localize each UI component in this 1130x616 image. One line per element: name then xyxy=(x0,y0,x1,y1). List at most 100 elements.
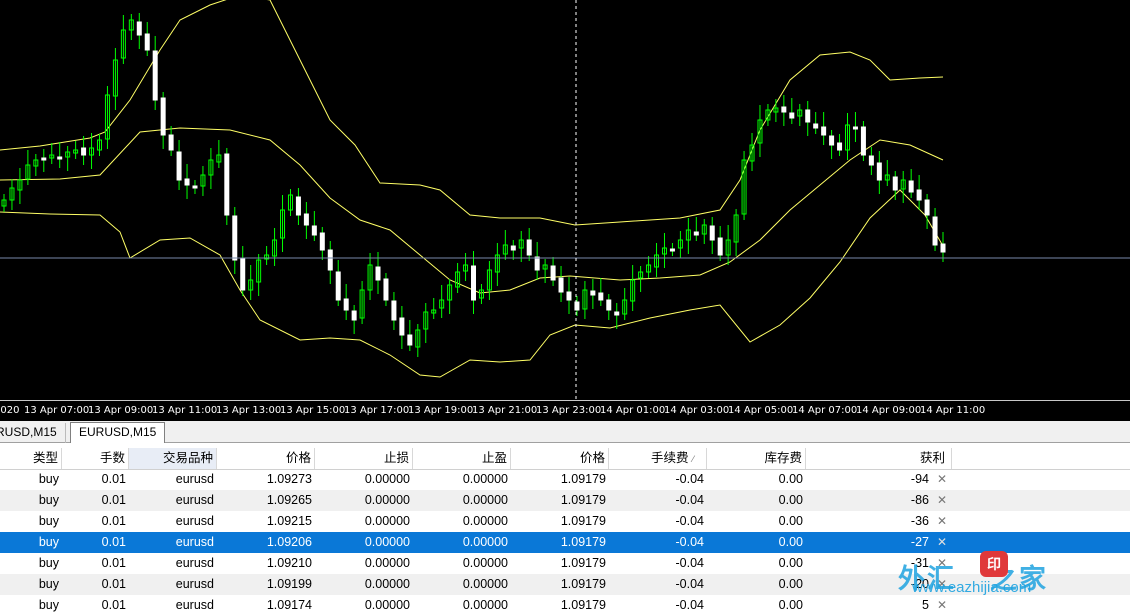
candle-body xyxy=(136,21,142,36)
candle-body xyxy=(813,123,819,129)
row-lots: 0.01 xyxy=(101,577,126,591)
candle-body xyxy=(295,196,301,216)
candle-body xyxy=(837,142,843,151)
candle-body xyxy=(391,300,397,321)
header-lots[interactable]: 手数 xyxy=(62,448,129,469)
header-profit[interactable]: 获利 xyxy=(806,448,952,469)
row-swap: 0.00 xyxy=(778,514,803,528)
candle-body xyxy=(550,265,556,281)
candle-body xyxy=(510,245,516,251)
row-lots: 0.01 xyxy=(101,472,126,486)
candle-body xyxy=(916,189,922,201)
row-commission: -0.04 xyxy=(675,577,705,591)
watermark-logo: 外汇 之家 印 www.eazhijia.com xyxy=(898,551,1130,611)
candlestick-chart-svg[interactable] xyxy=(0,0,1130,400)
candle-body xyxy=(57,156,63,160)
table-row[interactable]: buy 0.01 eurusd 1.09273 0.00000 0.00000 1.0917… xyxy=(0,469,1130,490)
candle-body xyxy=(717,237,723,256)
candle-body xyxy=(558,277,564,293)
candle-body xyxy=(598,292,604,301)
header-stop-loss[interactable]: 止损 xyxy=(315,448,413,469)
candle-body xyxy=(789,112,795,119)
candle-body xyxy=(693,231,699,236)
row-stop-loss: 0.00000 xyxy=(364,598,410,612)
row-commission: -0.04 xyxy=(675,598,705,612)
header-type[interactable]: 类型 xyxy=(0,448,62,469)
candle-body xyxy=(924,199,930,216)
close-order-icon[interactable]: ✕ xyxy=(936,511,948,532)
row-open-price: 1.09265 xyxy=(266,493,312,507)
candle-body xyxy=(327,249,333,271)
time-label: 14 Apr 11:00 xyxy=(920,405,986,416)
row-commission: -0.04 xyxy=(675,514,705,528)
header-current-price[interactable]: 价格 xyxy=(511,448,609,469)
row-symbol: eurusd xyxy=(175,514,214,528)
row-profit: -36 xyxy=(910,514,929,528)
table-row[interactable]: buy 0.01 eurusd 1.09265 0.00000 0.00000 1.0917… xyxy=(0,490,1130,511)
row-type: buy xyxy=(38,556,59,570)
candle-body xyxy=(168,134,174,151)
row-take-profit: 0.00000 xyxy=(462,556,508,570)
row-take-profit: 0.00000 xyxy=(462,577,508,591)
close-order-icon[interactable]: ✕ xyxy=(936,490,948,511)
row-take-profit: 0.00000 xyxy=(462,472,508,486)
chart-tabs-bar: RUSD,M15 EURUSD,M15 xyxy=(0,421,1130,443)
watermark-seal-icon: 印 xyxy=(980,551,1008,577)
row-swap: 0.00 xyxy=(778,577,803,591)
row-take-profit: 0.00000 xyxy=(462,493,508,507)
candle-body xyxy=(144,33,150,51)
row-type: buy xyxy=(38,493,59,507)
row-current-price: 1.09179 xyxy=(560,472,606,486)
table-row[interactable]: buy 0.01 eurusd 1.09215 0.00000 0.00000 1.0917… xyxy=(0,511,1130,532)
price-chart[interactable] xyxy=(0,0,1130,400)
close-order-icon[interactable]: ✕ xyxy=(936,532,948,553)
candle-body xyxy=(81,147,87,156)
close-order-icon[interactable]: ✕ xyxy=(936,469,948,490)
row-open-price: 1.09174 xyxy=(266,598,312,612)
row-swap: 0.00 xyxy=(778,535,803,549)
header-symbol[interactable]: 交易品种 xyxy=(129,448,217,469)
row-profit: -94 xyxy=(910,472,929,486)
row-open-price: 1.09210 xyxy=(266,556,312,570)
row-stop-loss: 0.00000 xyxy=(364,493,410,507)
row-open-price: 1.09273 xyxy=(266,472,312,486)
candle-body xyxy=(335,271,341,301)
candle-body xyxy=(192,185,198,189)
header-commission[interactable]: 手续费 ⁄ xyxy=(609,448,707,469)
row-type: buy xyxy=(38,472,59,486)
header-take-profit[interactable]: 止盈 xyxy=(413,448,511,469)
time-label: 13 Apr 11:00 xyxy=(152,405,218,416)
time-label: 13 Apr 21:00 xyxy=(472,405,538,416)
table-header: 类型 手数 交易品种 价格 止损 止盈 价格 手续费 ⁄ 库存费 获利 xyxy=(0,448,1130,470)
row-type: buy xyxy=(38,598,59,612)
time-label: 14 Apr 03:00 xyxy=(664,405,730,416)
tab-rusd-m15[interactable]: RUSD,M15 xyxy=(0,423,66,443)
candle-body xyxy=(781,106,787,113)
candle-body xyxy=(303,213,309,226)
candle-body xyxy=(860,126,866,156)
header-swap[interactable]: 库存费 xyxy=(707,448,806,469)
candle-body xyxy=(669,248,675,252)
time-label: 13 Apr 07:00 xyxy=(24,405,90,416)
time-label: 13 Apr 23:00 xyxy=(536,405,602,416)
time-label: 14 Apr 09:00 xyxy=(856,405,922,416)
row-open-price: 1.09206 xyxy=(266,535,312,549)
row-commission: -0.04 xyxy=(675,556,705,570)
time-label: 13 Apr 15:00 xyxy=(280,405,346,416)
row-commission: -0.04 xyxy=(675,535,705,549)
tab-eurusd-m15[interactable]: EURUSD,M15 xyxy=(70,422,166,443)
candle-body xyxy=(566,291,572,301)
time-label: 13 Apr 13:00 xyxy=(216,405,282,416)
time-label: 14 Apr 01:00 xyxy=(600,405,666,416)
candle-body xyxy=(534,256,540,271)
table-row[interactable]: buy 0.01 eurusd 1.09206 0.00000 0.00000 1.0917… xyxy=(0,532,1130,553)
header-open-price[interactable]: 价格 xyxy=(217,448,315,469)
time-label: 2020 xyxy=(0,405,20,416)
row-swap: 0.00 xyxy=(778,472,803,486)
row-current-price: 1.09179 xyxy=(560,514,606,528)
candle-body xyxy=(351,310,357,321)
row-take-profit: 0.00000 xyxy=(462,598,508,612)
watermark-url: www.eazhijia.com xyxy=(912,579,1032,596)
candle-body xyxy=(184,178,190,186)
candle-body xyxy=(829,135,835,146)
